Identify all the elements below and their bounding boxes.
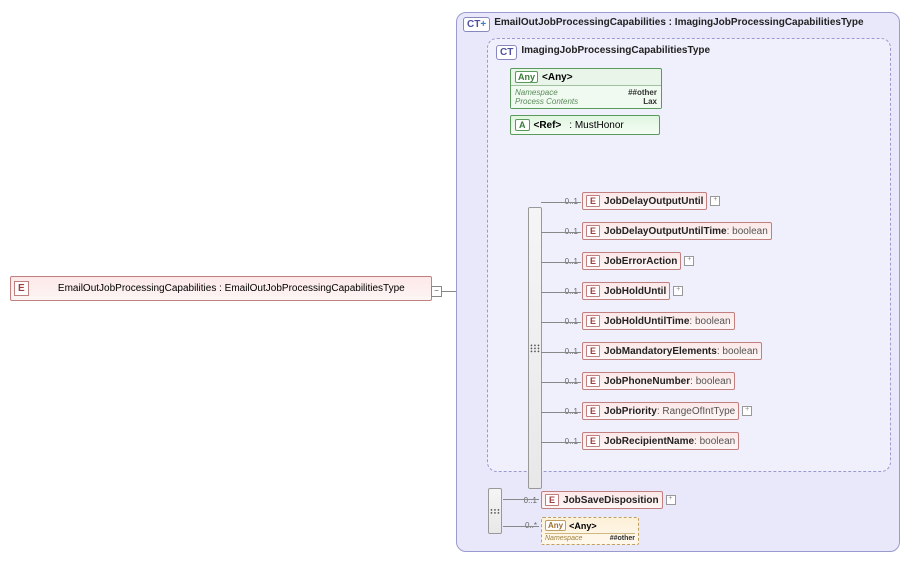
attribute-ref[interactable]: A <Ref> : MustHonor xyxy=(510,115,660,135)
ct-outer-title: EmailOutJobProcessingCapabilities : Imag… xyxy=(494,17,893,29)
element-job-priority[interactable]: 0..1 EJobPriority : RangeOfIntType + xyxy=(558,402,752,420)
any-label: <Any> xyxy=(569,521,597,531)
expand-toggle[interactable]: + xyxy=(684,256,694,266)
xsd-diagram: E EmailOutJobProcessingCapabilities : Em… xyxy=(10,10,904,552)
ct-badge: CT+ xyxy=(463,17,490,32)
expand-toggle[interactable]: − xyxy=(431,286,442,297)
expand-toggle[interactable]: + xyxy=(666,495,676,505)
occurrence: 0..1 xyxy=(558,257,578,266)
connector xyxy=(442,291,456,292)
ct-badge: CT xyxy=(496,45,517,60)
any-wildcard-bottom[interactable]: 0..* Any <Any> Namespace##other xyxy=(517,517,639,545)
any-badge: Any xyxy=(545,520,566,531)
occurrence: 0..1 xyxy=(558,287,578,296)
element-job-hold-until[interactable]: 0..1 EJobHoldUntil + xyxy=(558,282,683,300)
occurrence: 0..1 xyxy=(558,317,578,326)
attr-badge: A xyxy=(515,119,530,131)
ct-outer-header: CT+ EmailOutJobProcessingCapabilities : … xyxy=(457,13,899,36)
element-job-mandatory-elements[interactable]: 0..1 EJobMandatoryElements : boolean xyxy=(558,342,762,360)
occurrence: 0..1 xyxy=(558,437,578,446)
any-badge: Any xyxy=(515,71,538,83)
ct-outer: CT+ EmailOutJobProcessingCapabilities : … xyxy=(456,12,900,552)
element-job-delay-output-until-time[interactable]: 0..1 EJobDelayOutputUntilTime : boolean xyxy=(558,222,772,240)
element-job-save-disposition[interactable]: 0..1 EJobSaveDisposition + xyxy=(517,491,676,509)
occurrence: 0..1 xyxy=(558,407,578,416)
root-label: EmailOutJobProcessingCapabilities : Emai… xyxy=(32,277,431,300)
occurrence: 0..1 xyxy=(558,197,578,206)
occurrence: 0..1 xyxy=(558,377,578,386)
element-job-delay-output-until[interactable]: 0..1 EJobDelayOutputUntil + xyxy=(558,192,720,210)
ref-label: <Ref> xyxy=(534,120,562,131)
ct-inner-header: CT ImagingJobProcessingCapabilitiesType xyxy=(492,43,886,66)
any-attrs: Namespace##other Process ContentsLax xyxy=(511,85,661,108)
expand-toggle[interactable]: + xyxy=(742,406,752,416)
element-job-recipient-name[interactable]: 0..1 EJobRecipientName : boolean xyxy=(558,432,739,450)
ref-value: : MustHonor xyxy=(569,120,623,131)
ct-inner: CT ImagingJobProcessingCapabilitiesType … xyxy=(487,38,891,472)
sequence-compositor[interactable]: ● ● ●● ● ●● ● ● xyxy=(528,207,542,489)
sequence-compositor[interactable]: ● ● ●● ● ● xyxy=(488,488,502,534)
occurrence: 0..1 xyxy=(558,227,578,236)
occurrence: 0..1 xyxy=(517,496,537,505)
expand-toggle[interactable]: + xyxy=(710,196,720,206)
any-wildcard[interactable]: Any <Any> Namespace##other Process Conte… xyxy=(510,68,662,109)
ct-inner-title: ImagingJobProcessingCapabilitiesType xyxy=(521,45,882,57)
expand-toggle[interactable]: + xyxy=(673,286,683,296)
element-job-error-action[interactable]: 0..1 EJobErrorAction + xyxy=(558,252,694,270)
element-badge: E xyxy=(14,281,29,296)
any-label: <Any> xyxy=(542,72,573,83)
occurrence: 0..1 xyxy=(558,347,578,356)
root-element[interactable]: E EmailOutJobProcessingCapabilities : Em… xyxy=(10,276,432,301)
element-job-hold-until-time[interactable]: 0..1 EJobHoldUntilTime : boolean xyxy=(558,312,735,330)
element-job-phone-number[interactable]: 0..1 EJobPhoneNumber : boolean xyxy=(558,372,735,390)
